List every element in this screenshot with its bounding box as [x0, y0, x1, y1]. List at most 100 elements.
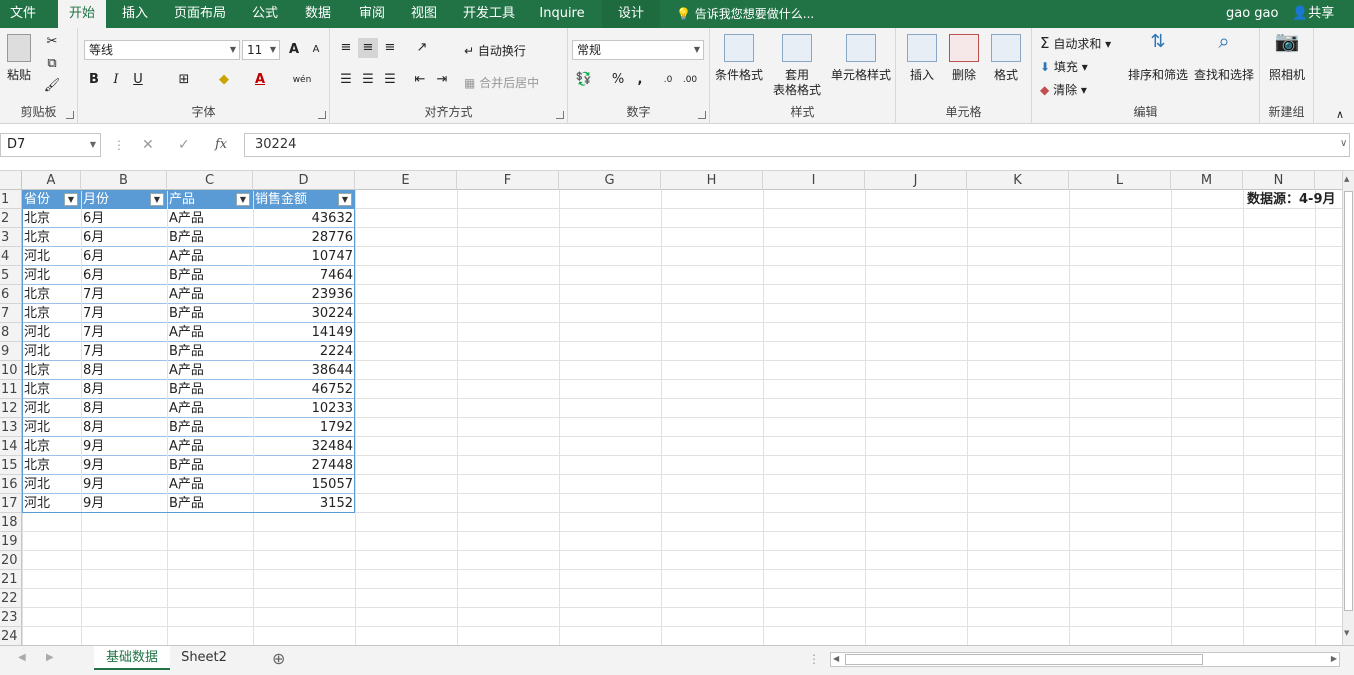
tab-file[interactable]: 文件 — [0, 0, 46, 28]
find-select-button[interactable]: ⌕ 查找和选择 — [1192, 31, 1256, 83]
row-header[interactable]: 12 — [0, 399, 22, 418]
tab-home[interactable]: 开始 — [58, 0, 106, 28]
prev-sheet-icon[interactable]: ◀ — [18, 652, 26, 663]
column-header[interactable]: B — [81, 171, 167, 190]
align-bottom-icon[interactable]: ≡ — [380, 38, 400, 58]
enter-icon[interactable]: ✓ — [178, 137, 190, 153]
increase-indent-icon[interactable]: ⇥ — [432, 70, 452, 90]
decrease-decimal-icon[interactable]: .00 — [680, 70, 700, 90]
column-header[interactable]: M — [1171, 171, 1243, 190]
row-header[interactable]: 22 — [0, 589, 22, 608]
number-launcher[interactable] — [698, 111, 706, 119]
formula-input[interactable]: 30224 — [244, 133, 1350, 157]
column-header[interactable]: C — [167, 171, 253, 190]
sheet-tab-sheet2[interactable]: Sheet2 — [172, 646, 236, 670]
align-center-icon[interactable]: ☰ — [358, 70, 378, 90]
source-note[interactable]: 数据源：4-9月 — [1245, 190, 1338, 209]
scroll-down-icon[interactable]: ▼ — [1344, 629, 1353, 637]
tab-developer[interactable]: 开发工具 — [456, 0, 522, 28]
align-middle-icon[interactable]: ≡ — [358, 38, 378, 58]
merge-center-button[interactable]: ▦ 合并后居中 — [464, 74, 539, 91]
row-header[interactable]: 2 — [0, 209, 22, 228]
row-header[interactable]: 18 — [0, 513, 22, 532]
tab-page-layout[interactable]: 页面布局 — [168, 0, 232, 28]
column-header[interactable]: D — [253, 171, 355, 190]
autosum-button[interactable]: Σ 自动求和 ▾ — [1040, 34, 1111, 52]
tab-data[interactable]: 数据 — [296, 0, 340, 28]
column-header[interactable]: K — [967, 171, 1069, 190]
row-header[interactable]: 9 — [0, 342, 22, 361]
scroll-up-icon[interactable]: ▲ — [1344, 175, 1353, 183]
format-cells-button[interactable]: 格式 — [986, 34, 1026, 83]
copy-icon[interactable]: ⧉ — [42, 54, 62, 74]
row-header[interactable]: 7 — [0, 304, 22, 323]
scroll-left-icon[interactable]: ◀ — [833, 654, 839, 663]
clipboard-launcher[interactable] — [66, 111, 74, 119]
row-header[interactable]: 19 — [0, 532, 22, 551]
format-as-table-button[interactable]: 套用 表格格式 — [766, 34, 828, 98]
row-header[interactable]: 15 — [0, 456, 22, 475]
cut-icon[interactable]: ✂ — [42, 32, 62, 52]
conditional-format-button[interactable]: 条件格式 — [712, 34, 766, 83]
column-header[interactable]: J — [865, 171, 967, 190]
column-header[interactable]: F — [457, 171, 559, 190]
sheet-tab-base-data[interactable]: 基础数据 — [94, 646, 170, 670]
vertical-scroll-thumb[interactable] — [1344, 191, 1353, 611]
tab-review[interactable]: 审阅 — [350, 0, 394, 28]
row-header[interactable]: 16 — [0, 475, 22, 494]
expand-formula-icon[interactable]: ∨ — [1340, 138, 1347, 149]
font-name-select[interactable]: 等线 ▼ — [84, 40, 240, 60]
insert-cells-button[interactable]: 插入 — [902, 34, 942, 83]
worksheet-grid[interactable]: A B C D E F G H I J K L M N 1 省份 ▼ 月份 ▼ 产品 ▼ 销售… — [0, 171, 1354, 645]
italic-button[interactable]: I — [106, 70, 126, 90]
grow-font-button[interactable]: A — [284, 40, 304, 60]
select-all-corner[interactable] — [0, 171, 22, 190]
tab-view[interactable]: 视图 — [402, 0, 446, 28]
orientation-icon[interactable]: ↗ — [412, 38, 432, 58]
align-right-icon[interactable]: ☰ — [380, 70, 400, 90]
phonetic-button[interactable]: wén — [292, 70, 312, 90]
clear-button[interactable]: ◆ 清除 ▾ — [1040, 81, 1087, 98]
add-sheet-icon[interactable]: ⊕ — [272, 649, 285, 668]
number-format-select[interactable]: 常规 ▼ — [572, 40, 704, 60]
vertical-scrollbar[interactable]: ▲ ▼ — [1342, 171, 1354, 645]
tab-split-handle-icon[interactable]: ⋮ — [808, 652, 820, 666]
tab-inquire[interactable]: Inquire — [534, 0, 590, 28]
delete-cells-button[interactable]: 删除 — [944, 34, 984, 83]
borders-icon[interactable]: ⊞ — [174, 70, 194, 90]
share-button[interactable]: 👤共享 — [1292, 0, 1334, 28]
fill-button[interactable]: ⬇ 填充 ▾ — [1040, 58, 1088, 75]
tab-formulas[interactable]: 公式 — [244, 0, 286, 28]
row-header[interactable]: 24 — [0, 627, 22, 645]
cancel-icon[interactable]: ✕ — [142, 137, 154, 153]
row-header[interactable]: 10 — [0, 361, 22, 380]
font-launcher[interactable] — [318, 111, 326, 119]
column-header[interactable]: H — [661, 171, 763, 190]
row-header[interactable]: 20 — [0, 551, 22, 570]
currency-icon[interactable]: 💱 — [574, 70, 594, 90]
column-header[interactable]: N — [1243, 171, 1315, 190]
row-header[interactable]: 17 — [0, 494, 22, 513]
paste-button[interactable]: 粘贴 — [4, 34, 34, 83]
row-header[interactable]: 3 — [0, 228, 22, 247]
tell-me-box[interactable]: 💡 告诉我您想要做什么... — [676, 0, 814, 28]
row-header[interactable]: 21 — [0, 570, 22, 589]
underline-button[interactable]: U — [128, 70, 148, 90]
row-header[interactable]: 1 — [0, 190, 22, 209]
row-header[interactable]: 4 — [0, 247, 22, 266]
align-top-icon[interactable]: ≡ — [336, 38, 356, 58]
sort-filter-button[interactable]: ⇅ 排序和筛选 — [1126, 33, 1190, 83]
tab-insert[interactable]: 插入 — [112, 0, 158, 28]
bold-button[interactable]: B — [84, 70, 104, 90]
horizontal-scrollbar[interactable]: ◀ ▶ — [830, 652, 1340, 667]
user-name[interactable]: gao gao — [1226, 0, 1278, 28]
column-header[interactable]: G — [559, 171, 661, 190]
column-header[interactable]: I — [763, 171, 865, 190]
font-color-button[interactable]: A — [250, 70, 270, 90]
increase-decimal-icon[interactable]: .0 — [658, 70, 678, 90]
insert-function-button[interactable]: fx — [215, 137, 227, 152]
scroll-right-icon[interactable]: ▶ — [1331, 654, 1337, 663]
wrap-text-button[interactable]: ↵ 自动换行 — [464, 42, 526, 59]
cell-styles-button[interactable]: 单元格样式 — [828, 34, 894, 83]
next-sheet-icon[interactable]: ▶ — [46, 652, 54, 663]
